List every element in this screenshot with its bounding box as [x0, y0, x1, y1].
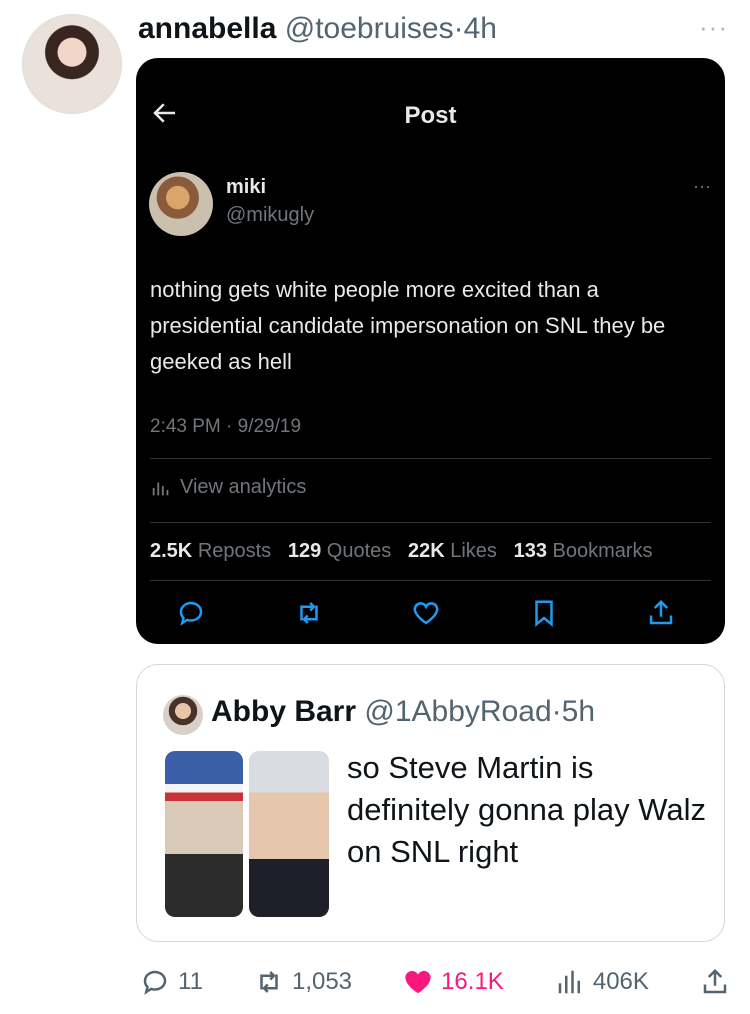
like-icon [413, 602, 439, 625]
share-button[interactable] [700, 967, 730, 997]
separator-dot: · [551, 695, 562, 728]
like-count: 16.1K [441, 968, 504, 995]
engagement-bar: 11 1,053 16.1K 406K [140, 962, 730, 1002]
quoted-author-name: Abby Barr [211, 695, 357, 728]
analytics-icon [558, 970, 580, 994]
embedded-post-text: nothing gets white people more excited t… [150, 277, 666, 374]
embedded-post-timestamp: 2:43 PM · 9/29/19 [150, 416, 302, 437]
tweet-header: annabella @toebruises·4h [138, 12, 497, 46]
divider [150, 458, 711, 459]
author-avatar[interactable] [22, 14, 122, 114]
quoted-image-1 [165, 751, 243, 917]
reply-button[interactable]: 11 [140, 967, 203, 997]
retweet-icon [299, 602, 318, 624]
likes-count: 22K [407, 540, 445, 562]
bookmark-icon [534, 600, 553, 627]
view-count: 406K [592, 968, 649, 995]
embedded-actions [176, 598, 676, 628]
author-handle[interactable]: @toebruises [285, 12, 454, 45]
reply-icon [143, 970, 167, 995]
divider [150, 580, 711, 581]
like-button[interactable]: 16.1K [403, 967, 504, 997]
quoted-tweet-header: Abby Barr @1AbbyRoad·5h [211, 695, 595, 729]
likes-label: Likes [450, 540, 497, 562]
analytics-icon [152, 482, 169, 495]
retweet-button[interactable]: 1,053 [254, 967, 352, 997]
embedded-author-name: miki [226, 176, 267, 198]
quotes-count: 129 [287, 540, 322, 562]
quoted-tweet-time: 5h [561, 695, 596, 728]
reply-icon [179, 601, 203, 626]
tweet-time[interactable]: 4h [464, 12, 497, 45]
reply-count: 11 [178, 968, 203, 995]
embedded-stats: 2.5K Reposts 129 Quotes 22K Likes 133 Bo… [150, 540, 653, 563]
share-icon [703, 968, 727, 994]
quoted-author-handle: @1AbbyRoad [364, 695, 552, 728]
embedded-author-handle: @mikugly [226, 204, 315, 226]
heart-filled-icon [405, 970, 431, 994]
view-analytics: View analytics [150, 476, 306, 499]
bookmarks-label: Bookmarks [552, 540, 653, 562]
reposts-label: Reposts [197, 540, 272, 562]
post-title: Post [404, 102, 457, 129]
analytics-label: View analytics [180, 476, 307, 498]
retweet-count: 1,053 [291, 968, 353, 995]
author-name[interactable]: annabella [138, 12, 276, 45]
embedded-author-avatar [149, 172, 213, 236]
quoted-image-2 [249, 751, 329, 917]
quoted-tweet-text: so Steve Martin is definitely gonna play… [347, 750, 706, 869]
share-icon [649, 599, 673, 625]
embedded-post-screenshot: Post miki @mikugly ··· nothing gets whit… [136, 58, 725, 644]
retweet-icon [260, 971, 278, 993]
more-options-icon[interactable]: ··· [699, 12, 728, 43]
views-button[interactable]: 406K [555, 967, 649, 997]
quotes-label: Quotes [326, 540, 392, 562]
divider [150, 522, 711, 523]
separator-dot: · [453, 12, 464, 45]
quoted-tweet[interactable]: Abby Barr @1AbbyRoad·5h so Steve Martin … [136, 664, 725, 942]
embedded-more-icon: ··· [693, 176, 711, 196]
quoted-author-avatar [163, 695, 203, 735]
bookmarks-count: 133 [513, 540, 547, 562]
reposts-count: 2.5K [150, 540, 193, 562]
